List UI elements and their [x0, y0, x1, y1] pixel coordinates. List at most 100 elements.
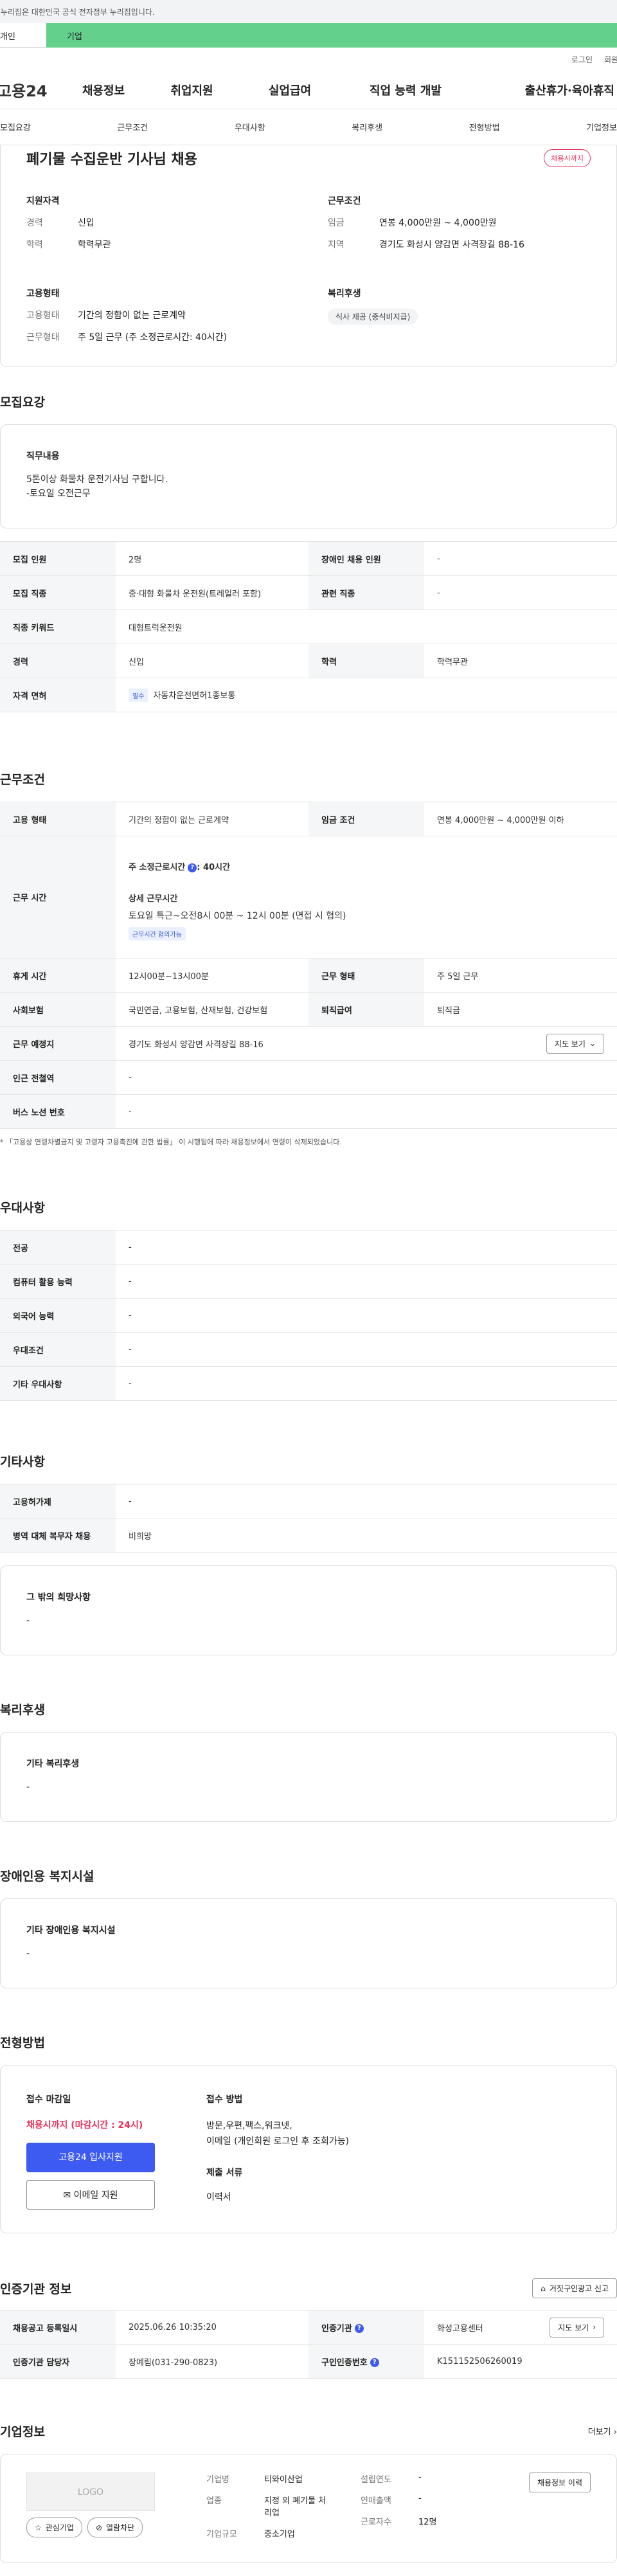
hiring-history-button[interactable]: 채용정보 이력: [528, 2472, 591, 2492]
summary-welfare: 복리후생 식사 제공 (중식비지급): [328, 287, 591, 343]
disclaimer-text: 「고용상 연령차별금지 및 고령자 고용촉진에 관한 법률」 이 시행됨에 따라…: [6, 1138, 342, 1146]
tab-personal[interactable]: 개인: [0, 23, 46, 48]
subnav-recruit[interactable]: 모집요강: [0, 121, 31, 133]
other-note-value: -: [26, 1616, 30, 1626]
summary-employment: 고용형태 고용형태 기간의 정함이 없는 근로계약 근무형태 주 5일 근무 (주 …: [26, 287, 289, 343]
cond-value: 연봉 4,000만원 ~ 4,000만원: [379, 218, 497, 228]
cell-value: 장예림(031-290-0823): [116, 2344, 308, 2379]
deadline-badge: 채용시까지: [544, 149, 591, 167]
cell-value: 학력무관: [424, 644, 617, 678]
table-row: 인근 전철역 -: [0, 1060, 617, 1095]
signup-link[interactable]: 회원가입: [604, 54, 617, 65]
disability-title: 장애인용 복지시설: [0, 1869, 94, 1884]
conditions-section: 근무조건 고용 형태 기간의 정함이 없는 근로계약 임금 조건 연봉 4,00…: [0, 770, 617, 1147]
email-apply-button[interactable]: ✉ 이메일 지원: [26, 2180, 155, 2210]
map-button[interactable]: 지도 보기 ⌄: [546, 1033, 604, 1054]
welfare-note-value: -: [26, 1782, 30, 1792]
cell-label: 외국어 능력: [0, 1298, 116, 1333]
method-line: 방문,우편,팩스,워크넷,: [206, 2121, 292, 2131]
cell-value: 비희망: [116, 1518, 617, 1553]
favorite-button[interactable]: ☆ 관심기업: [26, 2517, 82, 2537]
cell-value: -: [116, 1264, 617, 1299]
apply-button[interactable]: 고용24 입사지원: [26, 2143, 155, 2172]
table-row: 근무 시간 주 소정근로시간?: 40시간 상세 근무시간 토요일 특근~오전8…: [0, 836, 617, 959]
chevron-down-icon: ⌄: [589, 1039, 596, 1048]
welfare-chip: 식사 제공 (중식비지급): [328, 309, 418, 325]
cell-value: K151152506260019: [424, 2344, 617, 2379]
agency-map-button[interactable]: 지도 보기 ›: [550, 2317, 604, 2337]
cell-value: -: [116, 1094, 617, 1129]
gnb-skill-development[interactable]: 직업 능력 개발: [335, 82, 476, 98]
cell-value: -: [116, 1298, 617, 1333]
company-more-link[interactable]: 더보기 ›: [588, 2425, 617, 2437]
qual-value: 학력무관: [78, 240, 111, 250]
other-note-title: 그 밖의 희망사항: [26, 1592, 91, 1603]
emp-value: 주 5일 근무 (주 소정근로시간: 40시간): [78, 332, 228, 343]
size-label: 기업규모: [206, 2530, 237, 2539]
summary-conditions: 근무조건 임금 연봉 4,000만원 ~ 4,000만원 지역 경기도 화성시 양감…: [328, 194, 591, 260]
detail-hours-value: 토요일 특근~오전8시 00분 ~ 12시 00분 (면접 시 협의): [129, 911, 346, 921]
cell-label: 직종 키워드: [0, 609, 116, 644]
cell-label: 학력: [308, 644, 424, 678]
report-button[interactable]: ⌂ 거짓구인광고 신고: [532, 2278, 617, 2298]
disability-section: 장애인용 복지시설 기타 장애인용 복지시설 -: [0, 1867, 617, 1988]
block-button[interactable]: ⊘ 열람차단: [87, 2517, 143, 2537]
gov-banner-text: 이 누리집은 대한민국 공식 전자정부 누리집입니다.: [0, 8, 155, 17]
cell-value: -: [116, 1366, 617, 1401]
table-row: 모집 인원 2명 장애인 채용 인원 -: [0, 541, 617, 576]
chevron-right-icon: ›: [613, 2427, 617, 2437]
subnav-conditions[interactable]: 근무조건: [117, 121, 148, 133]
subnav-company[interactable]: 기업정보: [586, 121, 617, 133]
emp-label: 근무형태: [26, 332, 60, 343]
emp-value: 기간의 정함이 없는 근로계약: [78, 311, 186, 321]
cell-value: 2025.06.26 10:35:20: [116, 2310, 308, 2345]
login-link[interactable]: 로그인: [571, 54, 593, 65]
tab-company[interactable]: 기업: [46, 23, 617, 48]
industry-value: 지정 외 폐기물 처 리업: [264, 2494, 326, 2518]
report-label: 거짓구인광고 신고: [549, 2284, 609, 2293]
conditions-title: 근무조건: [0, 773, 45, 787]
selection-card: 접수 마감일 채용시까지 (마감시간 : 24시) 고용24 입사지원 ✉ 이메…: [0, 2065, 617, 2233]
cell-label: 인증기관 담당자: [0, 2344, 116, 2379]
place-cell: 경기도 화성시 양감면 사격장길 88-16 지도 보기 ⌄: [116, 1026, 617, 1061]
cell-label: 기타 우대사항: [0, 1366, 116, 1401]
map-button-label: 지도 보기: [554, 1039, 586, 1049]
negotiable-tag: 근무시간 협의가능: [129, 927, 186, 941]
cell-label: 근무 시간: [0, 836, 116, 959]
cell-label: 사회보험: [0, 992, 116, 1027]
cell-value: -: [116, 1332, 617, 1367]
subnav-preference[interactable]: 우대사항: [235, 121, 265, 133]
gnb-jobs[interactable]: 채용정보: [68, 82, 139, 98]
chevron-right-icon: ›: [593, 2323, 596, 2332]
method-block: 접수 방법 방문,우편,팩스,워크넷, 이메일 (개인회원 로그인 후 조회가능…: [206, 2093, 349, 2210]
detail-hours-title: 상세 근무시간: [129, 894, 178, 904]
summary-qual-title: 지원자격: [26, 196, 60, 206]
founded-value: -: [418, 2472, 422, 2482]
gnb-parental-leave[interactable]: 출산휴가·육아휴직: [476, 82, 614, 98]
table-row: 외국어 능력 -: [0, 1298, 617, 1333]
size-value: 중소기업: [264, 2530, 295, 2539]
gnb-employment-support[interactable]: 취업지원: [139, 82, 245, 98]
subnav-welfare[interactable]: 복리후생: [352, 121, 382, 133]
cell-label: 전공: [0, 1230, 116, 1265]
cell-label: 병역 대체 복무자 채용: [0, 1518, 116, 1553]
util-bar: 로그인 회원가입: [0, 48, 617, 71]
star-icon: ☆: [35, 2523, 42, 2532]
info-icon[interactable]: ?: [370, 2358, 379, 2367]
company-logo-block: LOGO ☆ 관심기업 ⊘ 열람차단: [26, 2472, 206, 2544]
license-value: 자동차운전면허1종보통: [153, 690, 236, 701]
preference-table: 전공 - 컴퓨터 활용 능력 - 외국어 능력 - 우대조건 - 기타 우대사항 -: [0, 1230, 617, 1401]
cell-label: 임금 조건: [308, 802, 424, 836]
table-row: 자격 면허 필수 자동차운전면허1종보통: [0, 678, 617, 712]
subnav-selection[interactable]: 전형방법: [469, 121, 500, 133]
cell-value: 12시00분~13시00분: [116, 958, 308, 993]
weekly-hours-value: : 40시간: [197, 863, 230, 872]
table-row: 전공 -: [0, 1230, 617, 1265]
table-row: 채용공고 등록일시 2025.06.26 10:35:20 인증기관? 화성고용…: [0, 2310, 617, 2345]
info-icon[interactable]: ?: [354, 2324, 364, 2333]
conditions-table: 고용 형태 기간의 정함이 없는 근로계약 임금 조건 연봉 4,000만원 ~…: [0, 802, 617, 1129]
gnb-unemployment-benefit[interactable]: 실업급여: [245, 82, 335, 98]
site-logo[interactable]: 고용24: [0, 78, 68, 101]
cell-value: -: [116, 1060, 617, 1095]
info-icon[interactable]: ?: [188, 863, 197, 872]
